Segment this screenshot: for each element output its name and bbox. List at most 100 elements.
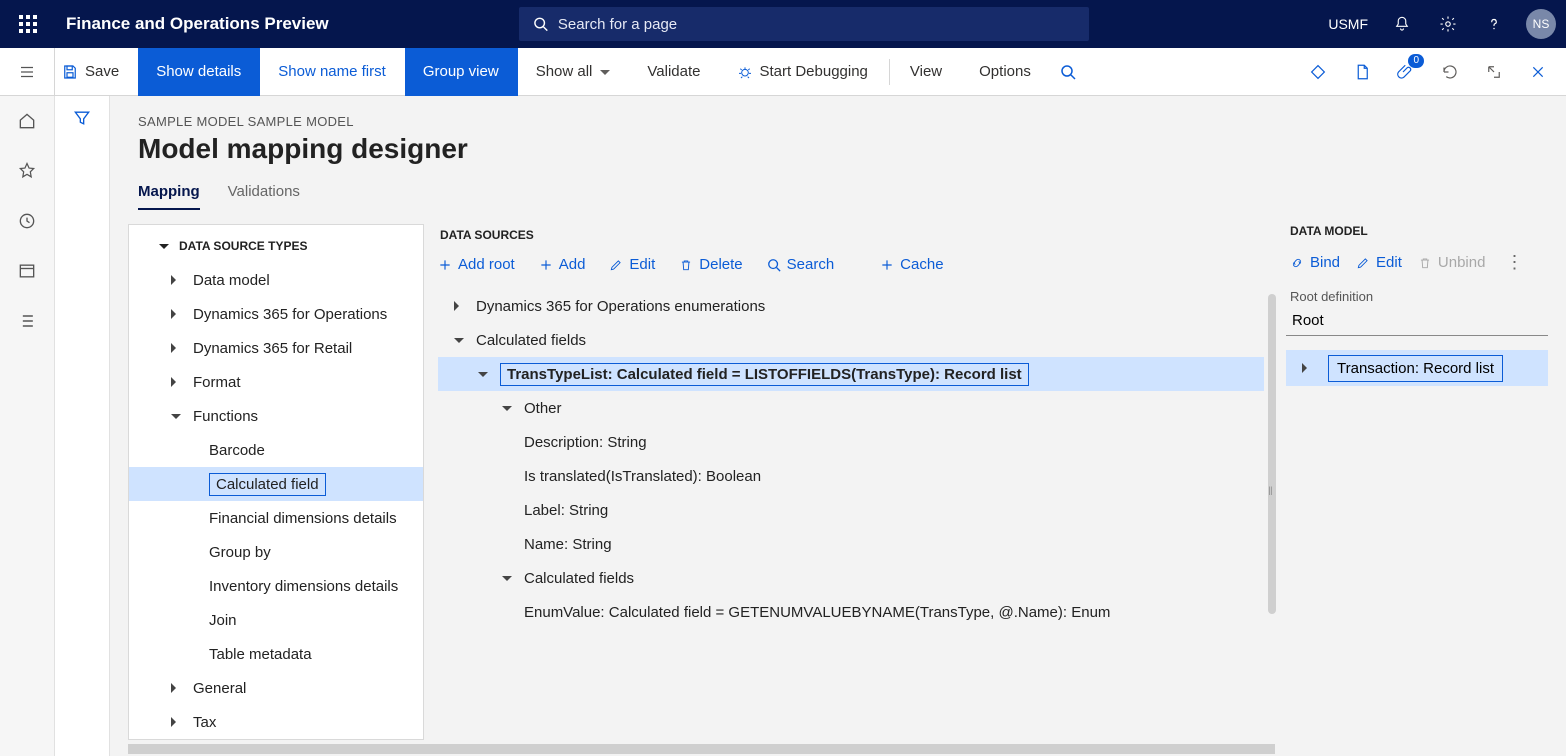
validate-button[interactable]: Validate	[629, 48, 719, 96]
ds-d365-enum[interactable]: Dynamics 365 for Operations enumerations	[438, 289, 1264, 323]
link-button[interactable]	[1298, 52, 1338, 92]
nav-home[interactable]	[8, 104, 46, 138]
type-d365-ops[interactable]: Dynamics 365 for Operations	[129, 297, 423, 331]
filter-button[interactable]	[72, 108, 92, 756]
office-button[interactable]	[1342, 52, 1382, 92]
company-picker[interactable]: USMF	[1320, 16, 1376, 32]
attachments-badge: 0	[1408, 54, 1424, 68]
start-debugging-button[interactable]: Start Debugging	[719, 48, 886, 96]
type-inventory-dimensions[interactable]: Inventory dimensions details	[129, 569, 423, 603]
sources-scrollbar[interactable]	[1268, 294, 1276, 614]
ds-transtype-list[interactable]: TransTypeList: Calculated field = LISTOF…	[438, 357, 1264, 391]
link-icon	[1290, 256, 1304, 270]
body: SAMPLE MODEL SAMPLE MODEL Model mapping …	[0, 96, 1566, 756]
plus-icon	[880, 258, 894, 272]
type-functions[interactable]: Functions	[129, 399, 423, 433]
app-launcher-button[interactable]	[10, 6, 46, 42]
type-calculated-field[interactable]: Calculated field	[129, 467, 423, 501]
tab-mapping[interactable]: Mapping	[138, 183, 200, 210]
trash-icon	[1418, 256, 1432, 270]
help-icon	[1485, 15, 1503, 33]
show-name-first-button[interactable]: Show name first	[260, 48, 405, 96]
show-all-dropdown[interactable]: Show all	[518, 48, 630, 96]
nav-modules[interactable]	[8, 304, 46, 338]
model-more-button[interactable]: ⋮	[1505, 252, 1523, 273]
type-group-by[interactable]: Group by	[129, 535, 423, 569]
action-search-button[interactable]	[1050, 48, 1087, 96]
page-tabs: Mapping Validations	[110, 173, 1566, 210]
save-button[interactable]: Save	[55, 48, 138, 96]
notifications-button[interactable]	[1382, 4, 1422, 44]
add-root-button[interactable]: Add root	[438, 256, 515, 273]
types-panel-title[interactable]: DATA SOURCE TYPES	[129, 225, 423, 263]
nav-recent[interactable]	[8, 204, 46, 238]
model-panel-title: DATA MODEL	[1286, 224, 1548, 248]
ds-description[interactable]: Description: String	[438, 425, 1264, 459]
root-definition-field[interactable]: Root	[1286, 308, 1548, 336]
plus-icon	[539, 258, 553, 272]
close-button[interactable]	[1518, 52, 1558, 92]
action-bar: Save Show details Show name first Group …	[0, 48, 1566, 96]
edit-button[interactable]: Edit	[609, 256, 655, 273]
type-data-model[interactable]: Data model	[129, 263, 423, 297]
help-button[interactable]	[1474, 4, 1514, 44]
options-button[interactable]: Options	[961, 48, 1050, 96]
delete-button[interactable]: Delete	[679, 256, 742, 273]
search-input[interactable]	[558, 16, 1075, 33]
sources-tree: Dynamics 365 for Operations enumerations…	[438, 289, 1264, 629]
app-title: Finance and Operations Preview	[66, 14, 329, 34]
attachments-button[interactable]: 0	[1386, 52, 1426, 92]
user-avatar[interactable]: NS	[1526, 9, 1556, 39]
ds-other[interactable]: Other	[438, 391, 1264, 425]
settings-button[interactable]	[1428, 4, 1468, 44]
ds-name[interactable]: Name: String	[438, 527, 1264, 561]
type-format[interactable]: Format	[129, 365, 423, 399]
ds-enum-value[interactable]: EnumValue: Calculated field = GETENUMVAL…	[438, 595, 1264, 629]
view-button[interactable]: View	[892, 48, 961, 96]
search-icon	[533, 16, 548, 32]
hamburger-icon	[18, 63, 36, 81]
nav-favorites[interactable]	[8, 154, 46, 188]
pencil-icon	[1356, 256, 1370, 270]
tab-validations[interactable]: Validations	[228, 183, 300, 210]
bug-icon	[737, 64, 753, 80]
ds-label[interactable]: Label: String	[438, 493, 1264, 527]
type-barcode[interactable]: Barcode	[129, 433, 423, 467]
type-financial-dimensions[interactable]: Financial dimensions details	[129, 501, 423, 535]
type-join[interactable]: Join	[129, 603, 423, 637]
ds-calc-fields[interactable]: Calculated fields	[438, 323, 1264, 357]
type-table-metadata[interactable]: Table metadata	[129, 637, 423, 671]
scrollbar-thumb[interactable]	[128, 744, 1275, 754]
model-toolbar: Bind Edit Unbind ⋮	[1286, 248, 1548, 283]
filter-rail	[55, 96, 110, 756]
plus-icon	[438, 258, 452, 272]
action-bar-right: 0	[1298, 48, 1558, 96]
workspace-icon	[17, 261, 37, 281]
group-view-button[interactable]: Group view	[405, 48, 518, 96]
bottom-scrollbar[interactable]	[128, 744, 1562, 754]
root-definition-label: Root definition	[1286, 283, 1548, 308]
refresh-button[interactable]	[1430, 52, 1470, 92]
type-d365-retail[interactable]: Dynamics 365 for Retail	[129, 331, 423, 365]
ds-search-button[interactable]: Search	[767, 256, 835, 273]
bind-button[interactable]: Bind	[1290, 254, 1340, 271]
show-details-button[interactable]: Show details	[138, 48, 260, 96]
type-tax[interactable]: Tax	[129, 705, 423, 739]
splitter-handle[interactable]: ‖	[1268, 484, 1275, 498]
ds-is-translated[interactable]: Is translated(IsTranslated): Boolean	[438, 459, 1264, 493]
ds-calc-fields-inner[interactable]: Calculated fields	[438, 561, 1264, 595]
refresh-icon	[1441, 63, 1459, 81]
type-general[interactable]: General	[129, 671, 423, 705]
cache-button[interactable]: Cache	[880, 256, 943, 273]
popout-button[interactable]	[1474, 52, 1514, 92]
hamburger-button[interactable]	[0, 48, 55, 96]
data-sources-panel: DATA SOURCES Add root Add Edit	[424, 224, 1278, 740]
add-button[interactable]: Add	[539, 256, 586, 273]
unbind-button[interactable]: Unbind	[1418, 254, 1486, 271]
home-icon	[17, 111, 37, 131]
model-item-transaction[interactable]: Transaction: Record list	[1286, 350, 1548, 386]
bell-icon	[1393, 15, 1411, 33]
nav-workspaces[interactable]	[8, 254, 46, 288]
search-box[interactable]	[519, 7, 1089, 41]
model-edit-button[interactable]: Edit	[1356, 254, 1402, 271]
